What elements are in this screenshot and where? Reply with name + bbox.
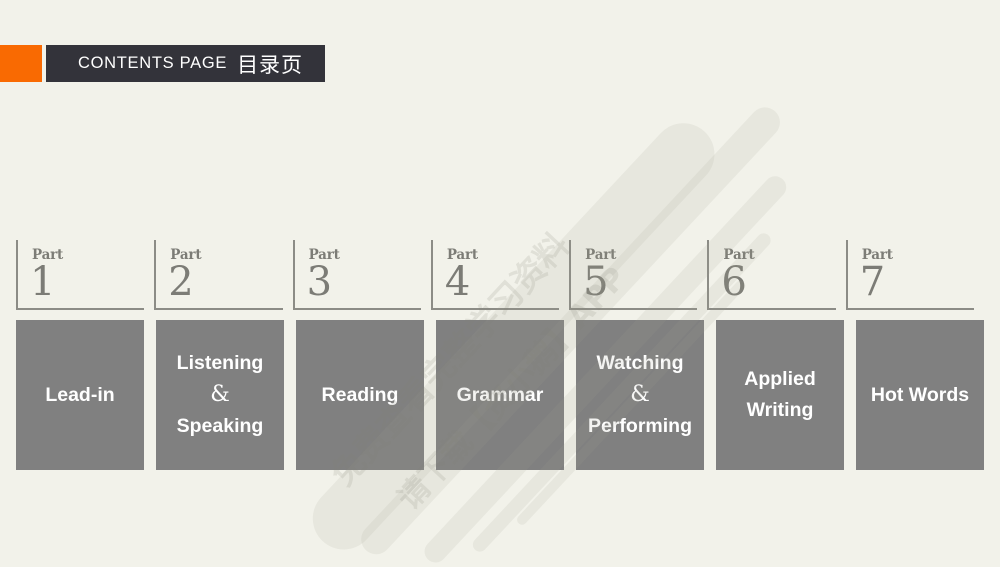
part-bracket-rule: Part 5	[569, 240, 698, 310]
content-box-line: Hot Words	[870, 383, 970, 406]
content-box-label: Grammar	[457, 380, 544, 411]
part-number: 5	[583, 259, 609, 305]
header-title-chinese: 目录页	[237, 52, 304, 77]
content-box-1[interactable]: Lead-in	[16, 320, 144, 470]
part-headings-row: Part 1 Part 2 Part 3 Part 4 Part 5 Part 6 Part 7	[16, 240, 984, 310]
part-number: 7	[859, 259, 886, 305]
part-bracket-rule: Part 1	[16, 240, 145, 310]
content-box-7[interactable]: Hot Words	[856, 320, 984, 470]
part-number: 2	[168, 259, 194, 305]
content-box-label: Applied Writing	[744, 364, 816, 426]
part-bracket-rule: Part 2	[154, 240, 283, 310]
content-box-line: Lead-in	[45, 383, 115, 406]
contents-page-header: CONTENTS PAGE 目录页	[0, 45, 326, 82]
header-accent-block	[0, 45, 42, 82]
content-box-5[interactable]: Watching & Performing	[576, 320, 704, 470]
part-heading-1: Part 1	[16, 240, 154, 310]
content-box-3[interactable]: Reading	[296, 320, 424, 470]
part-bracket-rule: Part 3	[292, 240, 421, 310]
content-box-ampersand: &	[630, 382, 650, 407]
content-box-label: Listening & Speaking	[177, 348, 264, 442]
part-heading-3: Part 3	[292, 240, 431, 310]
part-heading-7: Part 7	[845, 240, 984, 310]
content-box-4[interactable]: Grammar	[436, 320, 564, 470]
part-number: 3	[306, 259, 333, 305]
part-heading-5: Part 5	[569, 240, 707, 310]
content-box-line: Speaking	[176, 415, 264, 437]
content-box-ampersand: &	[210, 382, 230, 407]
content-box-line: Writing	[746, 399, 814, 421]
content-box-line: Reading	[321, 383, 399, 406]
content-box-line: Listening	[176, 352, 264, 374]
content-box-label: Lead-in	[45, 380, 114, 411]
content-box-label: Reading	[322, 380, 399, 411]
content-box-label: Watching & Performing	[588, 348, 692, 442]
content-box-6[interactable]: Applied Writing	[716, 320, 844, 470]
content-box-label: Hot Words	[871, 380, 969, 411]
content-box-line: Grammar	[456, 383, 544, 406]
content-boxes-row: Lead-in Listening & Speaking Reading Grammar W…	[16, 320, 984, 470]
part-heading-6: Part 6	[707, 240, 845, 310]
part-bracket-rule: Part 7	[845, 240, 974, 310]
content-box-line: Watching	[596, 352, 684, 374]
content-box-2[interactable]: Listening & Speaking	[156, 320, 284, 470]
header-title-panel: CONTENTS PAGE 目录页	[46, 45, 326, 82]
content-box-line: Applied	[744, 368, 816, 390]
part-heading-4: Part 4	[430, 240, 569, 310]
part-bracket-rule: Part 4	[430, 240, 560, 310]
part-bracket-rule: Part 6	[707, 240, 836, 310]
header-title-english: CONTENTS PAGE	[78, 54, 228, 72]
part-number: 4	[444, 259, 471, 305]
part-number: 1	[30, 259, 56, 305]
content-box-line: Performing	[587, 415, 692, 437]
part-heading-2: Part 2	[154, 240, 292, 310]
part-number: 6	[721, 259, 747, 305]
